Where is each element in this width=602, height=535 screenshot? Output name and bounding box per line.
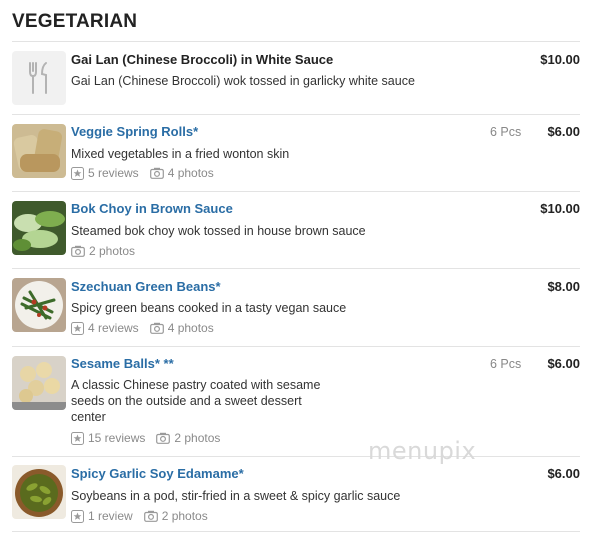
reviews-count: 5 reviews: [88, 166, 139, 180]
menu-item-gai-lan: Gai Lan (Chinese Broccoli) in White Sauc…: [12, 50, 580, 110]
camera-icon: [149, 167, 164, 179]
item-description: Spicy green beans cooked in a tasty vega…: [71, 301, 347, 315]
item-description: Gai Lan (Chinese Broccoli) wok tossed in…: [71, 74, 415, 88]
star-icon: [71, 509, 84, 523]
section-title: VEGETARIAN: [12, 11, 138, 32]
item-meta: 4 reviews 4 photos: [71, 321, 225, 335]
divider: [12, 268, 580, 269]
photos-count: 2 photos: [161, 509, 208, 523]
photos-link[interactable]: 2 photos: [156, 431, 220, 445]
item-photo[interactable]: [12, 124, 66, 178]
item-name-link[interactable]: Szechuan Green Beans*: [71, 279, 221, 294]
item-description: A classic Chinese pastry coated with ses…: [71, 378, 321, 424]
item-price: $6.00: [547, 466, 580, 481]
item-quantity: 6 Pcs: [490, 125, 522, 139]
item-meta: 2 photos: [71, 244, 146, 258]
item-price: $10.00: [540, 201, 580, 216]
reviews-link[interactable]: 15 reviews: [71, 431, 145, 445]
divider: [12, 531, 580, 532]
camera-icon: [143, 510, 158, 522]
reviews-link[interactable]: 4 reviews: [71, 321, 139, 335]
divider: [12, 456, 580, 457]
item-price: $8.00: [547, 279, 580, 294]
divider: [12, 346, 580, 347]
watermark: menupix: [368, 437, 477, 465]
item-name-link[interactable]: Sesame Balls* **: [71, 356, 174, 371]
reviews-link[interactable]: 1 review: [71, 509, 133, 523]
item-description: Mixed vegetables in a fried wonton skin: [71, 147, 290, 161]
photos-link[interactable]: 4 photos: [149, 166, 214, 180]
item-description: Soybeans in a pod, stir-fried in a sweet…: [71, 489, 401, 503]
item-description: Steamed bok choy wok tossed in house bro…: [71, 224, 366, 238]
reviews-link[interactable]: 5 reviews: [71, 166, 139, 180]
camera-icon: [156, 432, 171, 444]
reviews-count: 1 review: [88, 509, 133, 523]
star-icon: [71, 166, 84, 180]
item-price: $10.00: [540, 52, 580, 67]
reviews-count: 4 reviews: [88, 321, 139, 335]
item-name-link[interactable]: Bok Choy in Brown Sauce: [71, 201, 233, 216]
photos-link[interactable]: 4 photos: [149, 321, 214, 335]
star-icon: [71, 431, 84, 445]
camera-icon: [149, 322, 164, 334]
item-name: Gai Lan (Chinese Broccoli) in White Sauc…: [71, 52, 334, 67]
item-quantity: 6 Pcs: [490, 357, 522, 371]
divider: [12, 41, 580, 42]
item-meta: 1 review 2 photos: [71, 509, 219, 523]
menu-item-spicy-garlic-soy-edamame: Spicy Garlic Soy Edamame* $6.00 Soybeans…: [12, 465, 580, 527]
photos-count: 2 photos: [89, 244, 136, 258]
menu-item-veggie-spring-rolls: Veggie Spring Rolls* 6 Pcs $6.00 Mixed v…: [12, 123, 580, 185]
item-meta: 5 reviews 4 photos: [71, 166, 225, 180]
item-price: $6.00: [547, 124, 580, 139]
menu-item-bok-choy: Bok Choy in Brown Sauce $10.00 Steamed b…: [12, 200, 580, 262]
camera-icon: [71, 245, 85, 257]
photos-link[interactable]: 2 photos: [143, 509, 208, 523]
photos-count: 4 photos: [167, 321, 214, 335]
item-meta: 15 reviews 2 photos: [71, 431, 231, 445]
reviews-count: 15 reviews: [88, 431, 146, 445]
menu-item-sesame-balls: Sesame Balls* ** 6 Pcs $6.00 A classic C…: [12, 355, 580, 450]
fork-knife-icon: [12, 51, 66, 105]
item-name-link[interactable]: Spicy Garlic Soy Edamame*: [71, 466, 244, 481]
item-photo[interactable]: [12, 201, 66, 255]
divider: [12, 191, 580, 192]
item-photo[interactable]: [12, 356, 66, 410]
photos-count: 2 photos: [174, 431, 221, 445]
menu-item-szechuan-green-beans: Szechuan Green Beans* $8.00 Spicy green …: [12, 278, 580, 340]
photos-count: 4 photos: [167, 166, 214, 180]
photos-link[interactable]: 2 photos: [71, 244, 135, 258]
item-name-link[interactable]: Veggie Spring Rolls*: [71, 124, 198, 139]
item-photo[interactable]: [12, 278, 66, 332]
item-photo[interactable]: [12, 465, 66, 519]
item-price: $6.00: [547, 356, 580, 371]
star-icon: [71, 321, 84, 335]
divider: [12, 114, 580, 115]
